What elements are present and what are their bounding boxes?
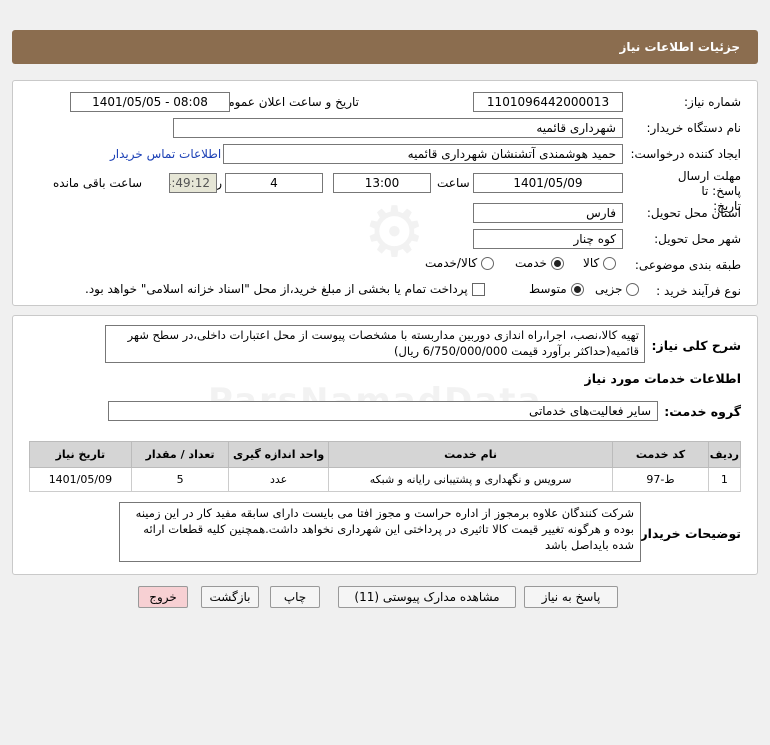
deadline-time-field: 13:00	[333, 173, 431, 193]
back-button[interactable]: بازگشت	[201, 586, 259, 608]
days-field: 4	[225, 173, 323, 193]
need-number-field: 1101096442000013	[473, 92, 623, 112]
deadline-date-field: 1401/05/09	[473, 173, 623, 193]
cell-row: 1	[707, 467, 742, 492]
province-label: استان محل تحویل:	[646, 206, 741, 220]
exit-button[interactable]: خروج	[138, 586, 188, 608]
creator-label: ایجاد کننده درخواست:	[630, 147, 741, 161]
services-table: ردیف کد خدمت نام خدمت واحد اندازه گیری ت…	[29, 441, 742, 492]
cell-need-date: 1401/05/09	[29, 467, 132, 492]
need-details-panel: ParsNamadData شرح کلی نیاز: تهیه کالا،نص…	[12, 315, 758, 575]
watermark-logo: ⚙	[363, 191, 426, 273]
remaining-time-field: 04:49:12	[169, 173, 217, 193]
category-goods-radio[interactable]	[603, 257, 617, 270]
services-title: اطلاعات خدمات مورد نیاز	[584, 371, 742, 386]
buyer-notes-label: توضیحات خریدار:	[635, 526, 741, 541]
page-title: جزئیات اطلاعات نیاز	[619, 40, 740, 54]
treasury-payment-text: پرداخت تمام یا بخشی از مبلغ خرید،از محل …	[85, 282, 468, 296]
category-goods-text: کالا	[583, 256, 600, 270]
announce-label: تاریخ و ساعت اعلان عمومی:	[214, 95, 359, 109]
service-group-field: سایر فعالیت‌های خدماتی	[108, 401, 658, 421]
need-number-label: شماره نیاز:	[684, 95, 741, 109]
time-label: ساعت	[437, 176, 470, 190]
buyer-org-label: نام دستگاه خریدار:	[646, 121, 742, 135]
reply-button[interactable]: پاسخ به نیاز	[524, 586, 618, 608]
table-row: 1 ط-97 سرویس و نگهداری و پشتیبانی رایانه…	[29, 467, 742, 492]
process-minor-text: جزیی	[595, 282, 623, 296]
category-option-service[interactable]: خدمت	[515, 256, 564, 270]
category-both-text: کالا/خدمت	[425, 256, 478, 270]
treasury-payment-checkbox[interactable]	[471, 283, 485, 296]
page-header: جزئیات اطلاعات نیاز	[12, 30, 758, 64]
cell-service-code: ط-97	[612, 467, 709, 492]
process-label: نوع فرآیند خرید :	[656, 284, 741, 298]
treasury-payment-option[interactable]: پرداخت تمام یا بخشی از مبلغ خرید،از محل …	[85, 282, 485, 296]
buyer-org-field: شهرداری قائمیه	[173, 118, 623, 138]
category-option-goods[interactable]: کالا	[583, 256, 617, 270]
announce-field: 1401/05/05 - 08:08	[70, 92, 230, 112]
col-quantity: تعداد / مقدار	[130, 441, 230, 468]
process-medium-text: متوسط	[529, 282, 567, 296]
category-both-radio[interactable]	[481, 257, 495, 270]
cell-quantity: 5	[130, 467, 230, 492]
city-field: کوه چنار	[473, 229, 623, 249]
table-header-row: ردیف کد خدمت نام خدمت واحد اندازه گیری ت…	[29, 441, 742, 468]
service-group-label: گروه خدمت:	[664, 404, 741, 419]
category-label: طبقه بندی موضوعی:	[634, 258, 741, 272]
print-button[interactable]: چاپ	[270, 586, 320, 608]
process-option-medium[interactable]: متوسط	[529, 282, 584, 296]
category-service-radio[interactable]	[550, 257, 564, 270]
cell-service-name: سرویس و نگهداری و پشتیبانی رایانه و شبکه	[327, 467, 614, 492]
process-minor-radio[interactable]	[626, 283, 640, 296]
col-row: ردیف	[707, 441, 742, 468]
col-service-name: نام خدمت	[327, 441, 614, 468]
summary-label: شرح کلی نیاز:	[651, 338, 741, 353]
category-service-text: خدمت	[515, 256, 547, 270]
remaining-label: ساعت باقی مانده	[53, 176, 143, 190]
buyer-notes-field: شرکت کنندگان علاوه برمجوز از اداره حراست…	[119, 502, 641, 562]
province-field: فارس	[473, 203, 623, 223]
creator-field: حمید هوشمندی آتشنشان شهرداری قائمیه	[223, 144, 623, 164]
summary-field: تهیه کالا،نصب، اجرا،راه اندازی دوربین مد…	[105, 325, 645, 363]
col-service-code: کد خدمت	[612, 441, 709, 468]
need-info-panel: ⚙ شماره نیاز: 1101096442000013 تاریخ و س…	[12, 80, 758, 306]
announce-value: 1401/05/05 - 08:08	[92, 95, 208, 109]
process-option-minor[interactable]: جزیی	[595, 282, 640, 296]
col-need-date: تاریخ نیاز	[29, 441, 132, 468]
view-documents-button[interactable]: مشاهده مدارک پیوستی (11)	[338, 586, 516, 608]
city-label: شهر محل تحویل:	[654, 232, 741, 246]
process-medium-radio[interactable]	[570, 283, 584, 296]
cell-unit: عدد	[228, 467, 329, 492]
category-option-both[interactable]: کالا/خدمت	[425, 256, 495, 270]
col-unit: واحد اندازه گیری	[228, 441, 329, 468]
contact-buyer-link[interactable]: اطلاعات تماس خریدار	[110, 147, 221, 161]
